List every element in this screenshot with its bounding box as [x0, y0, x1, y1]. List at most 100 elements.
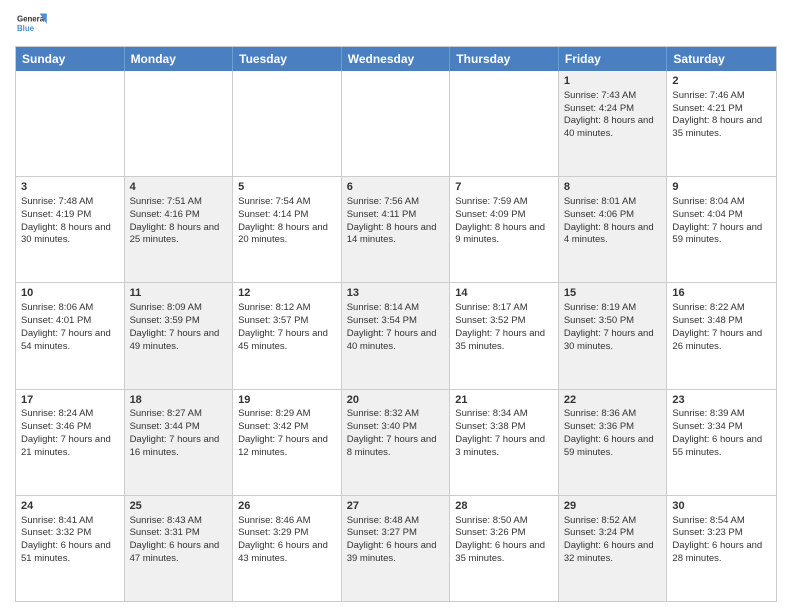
day-info: Sunrise: 8:09 AM Sunset: 3:59 PM Dayligh… — [130, 302, 220, 351]
day-number: 27 — [347, 499, 445, 514]
day-info: Sunrise: 8:17 AM Sunset: 3:52 PM Dayligh… — [455, 302, 545, 351]
calendar-row-1: 3Sunrise: 7:48 AM Sunset: 4:19 PM Daylig… — [16, 176, 776, 282]
day-number: 9 — [672, 180, 771, 195]
day-number: 11 — [130, 286, 228, 301]
calendar-cell-12: 12Sunrise: 8:12 AM Sunset: 3:57 PM Dayli… — [233, 283, 342, 388]
day-number: 19 — [238, 393, 336, 408]
calendar-cell-empty-0-0 — [16, 71, 125, 176]
header: General Blue — [15, 10, 777, 38]
svg-text:Blue: Blue — [17, 24, 35, 33]
day-info: Sunrise: 7:54 AM Sunset: 4:14 PM Dayligh… — [238, 196, 328, 245]
day-number: 3 — [21, 180, 119, 195]
calendar-body: 1Sunrise: 7:43 AM Sunset: 4:24 PM Daylig… — [16, 71, 776, 601]
day-info: Sunrise: 8:43 AM Sunset: 3:31 PM Dayligh… — [130, 515, 220, 564]
day-number: 4 — [130, 180, 228, 195]
day-number: 23 — [672, 393, 771, 408]
day-info: Sunrise: 8:48 AM Sunset: 3:27 PM Dayligh… — [347, 515, 437, 564]
calendar-cell-20: 20Sunrise: 8:32 AM Sunset: 3:40 PM Dayli… — [342, 390, 451, 495]
day-info: Sunrise: 7:48 AM Sunset: 4:19 PM Dayligh… — [21, 196, 111, 245]
day-info: Sunrise: 8:41 AM Sunset: 3:32 PM Dayligh… — [21, 515, 111, 564]
calendar-cell-27: 27Sunrise: 8:48 AM Sunset: 3:27 PM Dayli… — [342, 496, 451, 601]
day-number: 16 — [672, 286, 771, 301]
calendar-cell-5: 5Sunrise: 7:54 AM Sunset: 4:14 PM Daylig… — [233, 177, 342, 282]
calendar-cell-13: 13Sunrise: 8:14 AM Sunset: 3:54 PM Dayli… — [342, 283, 451, 388]
calendar-cell-2: 2Sunrise: 7:46 AM Sunset: 4:21 PM Daylig… — [667, 71, 776, 176]
calendar-cell-28: 28Sunrise: 8:50 AM Sunset: 3:26 PM Dayli… — [450, 496, 559, 601]
calendar-cell-6: 6Sunrise: 7:56 AM Sunset: 4:11 PM Daylig… — [342, 177, 451, 282]
day-info: Sunrise: 7:59 AM Sunset: 4:09 PM Dayligh… — [455, 196, 545, 245]
calendar-row-3: 17Sunrise: 8:24 AM Sunset: 3:46 PM Dayli… — [16, 389, 776, 495]
day-number: 29 — [564, 499, 662, 514]
calendar-row-4: 24Sunrise: 8:41 AM Sunset: 3:32 PM Dayli… — [16, 495, 776, 601]
logo: General Blue — [15, 10, 47, 38]
header-day-tuesday: Tuesday — [233, 47, 342, 71]
day-info: Sunrise: 8:19 AM Sunset: 3:50 PM Dayligh… — [564, 302, 654, 351]
calendar-cell-25: 25Sunrise: 8:43 AM Sunset: 3:31 PM Dayli… — [125, 496, 234, 601]
day-info: Sunrise: 8:54 AM Sunset: 3:23 PM Dayligh… — [672, 515, 762, 564]
day-number: 7 — [455, 180, 553, 195]
page: General Blue SundayMondayTuesdayWednesda… — [0, 0, 792, 612]
calendar-cell-17: 17Sunrise: 8:24 AM Sunset: 3:46 PM Dayli… — [16, 390, 125, 495]
calendar: SundayMondayTuesdayWednesdayThursdayFrid… — [15, 46, 777, 602]
day-number: 21 — [455, 393, 553, 408]
day-info: Sunrise: 8:50 AM Sunset: 3:26 PM Dayligh… — [455, 515, 545, 564]
day-number: 15 — [564, 286, 662, 301]
calendar-cell-empty-0-2 — [233, 71, 342, 176]
calendar-cell-9: 9Sunrise: 8:04 AM Sunset: 4:04 PM Daylig… — [667, 177, 776, 282]
day-info: Sunrise: 7:43 AM Sunset: 4:24 PM Dayligh… — [564, 90, 654, 139]
day-info: Sunrise: 8:34 AM Sunset: 3:38 PM Dayligh… — [455, 408, 545, 457]
day-info: Sunrise: 8:52 AM Sunset: 3:24 PM Dayligh… — [564, 515, 654, 564]
calendar-cell-empty-0-4 — [450, 71, 559, 176]
day-number: 25 — [130, 499, 228, 514]
calendar-cell-14: 14Sunrise: 8:17 AM Sunset: 3:52 PM Dayli… — [450, 283, 559, 388]
header-day-sunday: Sunday — [16, 47, 125, 71]
calendar-cell-22: 22Sunrise: 8:36 AM Sunset: 3:36 PM Dayli… — [559, 390, 668, 495]
day-info: Sunrise: 8:39 AM Sunset: 3:34 PM Dayligh… — [672, 408, 762, 457]
day-info: Sunrise: 8:06 AM Sunset: 4:01 PM Dayligh… — [21, 302, 111, 351]
day-info: Sunrise: 8:27 AM Sunset: 3:44 PM Dayligh… — [130, 408, 220, 457]
day-number: 26 — [238, 499, 336, 514]
day-number: 24 — [21, 499, 119, 514]
calendar-cell-21: 21Sunrise: 8:34 AM Sunset: 3:38 PM Dayli… — [450, 390, 559, 495]
day-number: 18 — [130, 393, 228, 408]
day-number: 10 — [21, 286, 119, 301]
calendar-cell-11: 11Sunrise: 8:09 AM Sunset: 3:59 PM Dayli… — [125, 283, 234, 388]
calendar-cell-19: 19Sunrise: 8:29 AM Sunset: 3:42 PM Dayli… — [233, 390, 342, 495]
calendar-cell-24: 24Sunrise: 8:41 AM Sunset: 3:32 PM Dayli… — [16, 496, 125, 601]
day-number: 20 — [347, 393, 445, 408]
calendar-row-0: 1Sunrise: 7:43 AM Sunset: 4:24 PM Daylig… — [16, 71, 776, 176]
day-info: Sunrise: 8:24 AM Sunset: 3:46 PM Dayligh… — [21, 408, 111, 457]
day-info: Sunrise: 8:01 AM Sunset: 4:06 PM Dayligh… — [564, 196, 654, 245]
day-number: 6 — [347, 180, 445, 195]
day-info: Sunrise: 7:51 AM Sunset: 4:16 PM Dayligh… — [130, 196, 220, 245]
day-info: Sunrise: 8:04 AM Sunset: 4:04 PM Dayligh… — [672, 196, 762, 245]
calendar-cell-16: 16Sunrise: 8:22 AM Sunset: 3:48 PM Dayli… — [667, 283, 776, 388]
logo-icon: General Blue — [15, 10, 47, 38]
header-day-monday: Monday — [125, 47, 234, 71]
calendar-cell-15: 15Sunrise: 8:19 AM Sunset: 3:50 PM Dayli… — [559, 283, 668, 388]
header-day-wednesday: Wednesday — [342, 47, 451, 71]
day-number: 1 — [564, 74, 662, 89]
calendar-cell-10: 10Sunrise: 8:06 AM Sunset: 4:01 PM Dayli… — [16, 283, 125, 388]
calendar-cell-29: 29Sunrise: 8:52 AM Sunset: 3:24 PM Dayli… — [559, 496, 668, 601]
calendar-cell-30: 30Sunrise: 8:54 AM Sunset: 3:23 PM Dayli… — [667, 496, 776, 601]
calendar-cell-23: 23Sunrise: 8:39 AM Sunset: 3:34 PM Dayli… — [667, 390, 776, 495]
day-number: 5 — [238, 180, 336, 195]
calendar-row-2: 10Sunrise: 8:06 AM Sunset: 4:01 PM Dayli… — [16, 282, 776, 388]
calendar-cell-empty-0-3 — [342, 71, 451, 176]
day-info: Sunrise: 8:32 AM Sunset: 3:40 PM Dayligh… — [347, 408, 437, 457]
day-info: Sunrise: 7:46 AM Sunset: 4:21 PM Dayligh… — [672, 90, 762, 139]
calendar-cell-3: 3Sunrise: 7:48 AM Sunset: 4:19 PM Daylig… — [16, 177, 125, 282]
day-info: Sunrise: 7:56 AM Sunset: 4:11 PM Dayligh… — [347, 196, 437, 245]
calendar-cell-7: 7Sunrise: 7:59 AM Sunset: 4:09 PM Daylig… — [450, 177, 559, 282]
header-day-friday: Friday — [559, 47, 668, 71]
calendar-cell-18: 18Sunrise: 8:27 AM Sunset: 3:44 PM Dayli… — [125, 390, 234, 495]
day-number: 17 — [21, 393, 119, 408]
day-info: Sunrise: 8:29 AM Sunset: 3:42 PM Dayligh… — [238, 408, 328, 457]
day-number: 28 — [455, 499, 553, 514]
calendar-cell-26: 26Sunrise: 8:46 AM Sunset: 3:29 PM Dayli… — [233, 496, 342, 601]
day-number: 12 — [238, 286, 336, 301]
day-number: 14 — [455, 286, 553, 301]
day-info: Sunrise: 8:14 AM Sunset: 3:54 PM Dayligh… — [347, 302, 437, 351]
header-day-saturday: Saturday — [667, 47, 776, 71]
